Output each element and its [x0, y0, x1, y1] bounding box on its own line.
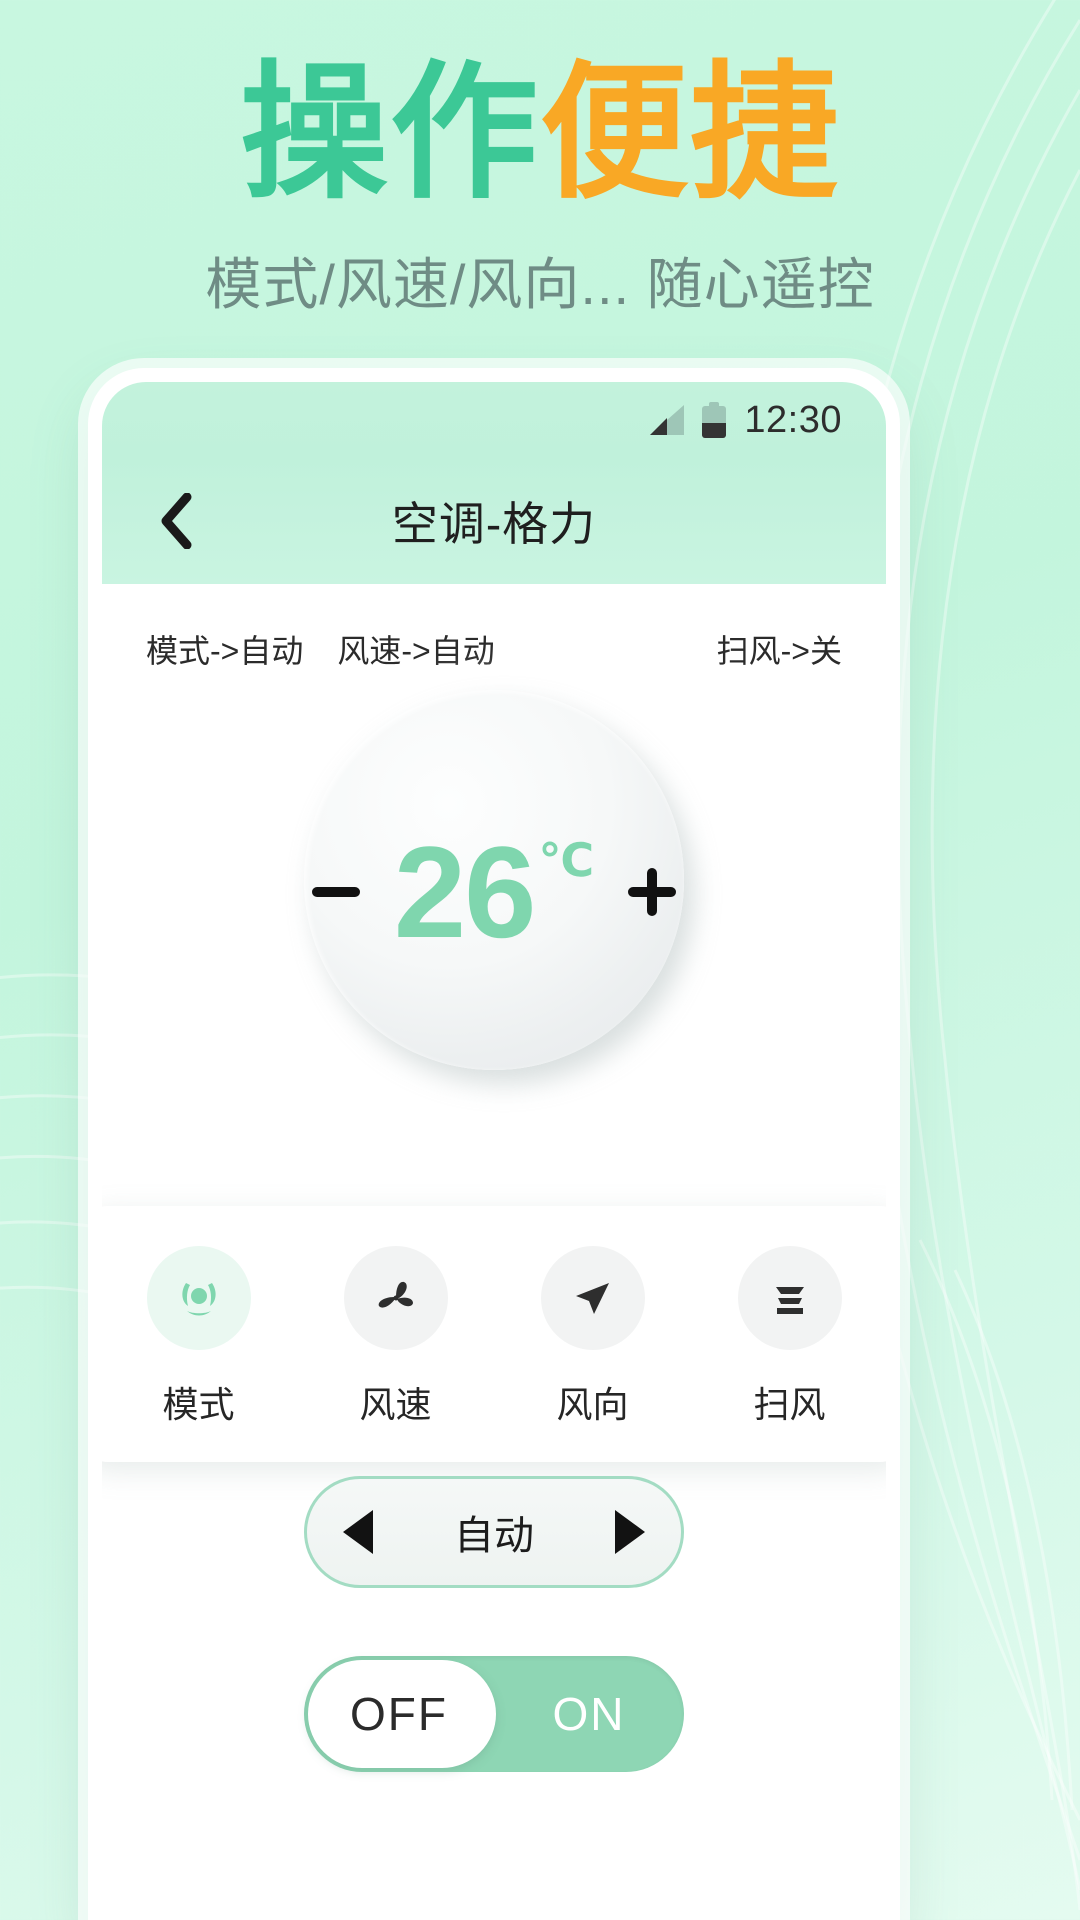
- nav-bar: 空调-格力: [102, 458, 886, 584]
- temperature-decrease-button[interactable]: [288, 844, 384, 940]
- status-bar: 12:30: [102, 382, 886, 458]
- function-label-mode: 模式: [162, 1384, 235, 1425]
- function-item-swing[interactable]: 扫风: [700, 1246, 880, 1428]
- power-toggle[interactable]: OFF ON: [304, 1656, 684, 1772]
- minus-icon: [311, 887, 360, 897]
- toggle-off-label[interactable]: OFF: [304, 1687, 494, 1741]
- temperature-readout: 26 ℃: [394, 827, 594, 957]
- page-subtitle: 模式/风速/风向... 随心遥控: [205, 253, 875, 316]
- stepper-value: 自动: [454, 1514, 534, 1558]
- plus-icon: [628, 868, 677, 916]
- back-button[interactable]: [146, 491, 206, 551]
- function-item-fan-speed[interactable]: 风速: [306, 1246, 486, 1428]
- function-item-wind-direction[interactable]: 风向: [503, 1246, 683, 1428]
- value-stepper[interactable]: 自动: [304, 1476, 684, 1588]
- toggle-on-label[interactable]: ON: [494, 1687, 684, 1741]
- phone-screen: 12:30 空调-格力 模式->自动 风速->自动 扫风->关 26 ℃ 模式 …: [102, 382, 886, 1920]
- phone-mockup: 12:30 空调-格力 模式->自动 风速->自动 扫风->关 26 ℃ 模式 …: [88, 368, 900, 1920]
- back-chevron-icon: [159, 493, 193, 549]
- remote-content: 模式->自动 风速->自动 扫风->关 26 ℃ 模式 风速 风向 扫风 自动 …: [102, 584, 886, 1920]
- function-card: 模式 风速 风向 扫风: [102, 1206, 886, 1462]
- status-swing: 扫风->关: [716, 633, 842, 669]
- function-item-mode[interactable]: 模式: [109, 1246, 289, 1428]
- device-status-row: 模式->自动 风速->自动 扫风->关: [102, 584, 886, 672]
- power-toggle-area: OFF ON: [102, 1656, 886, 1772]
- swing-lines-icon: [737, 1246, 842, 1350]
- temperature-unit: ℃: [538, 834, 595, 886]
- mode-auto-icon: [146, 1246, 251, 1350]
- battery-icon: [702, 402, 727, 438]
- temperature-increase-button[interactable]: [604, 844, 700, 940]
- fan-propeller-icon: [343, 1246, 448, 1350]
- temperature-dial-area: 26 ℃: [102, 682, 886, 1102]
- function-label-swing: 扫风: [753, 1384, 826, 1425]
- triangle-right-icon[interactable]: [615, 1510, 645, 1554]
- function-label-fan-speed: 风速: [359, 1384, 432, 1425]
- headline-green-part: 操作: [240, 51, 540, 216]
- status-mode: 模式->自动: [146, 633, 304, 669]
- status-bar-clock: 12:30: [744, 398, 842, 441]
- temperature-value: 26: [393, 819, 537, 965]
- status-fan-speed: 风速->自动: [337, 633, 495, 669]
- value-stepper-area: 自动: [102, 1476, 886, 1588]
- triangle-left-icon[interactable]: [343, 1510, 373, 1554]
- signal-icon: [650, 405, 685, 435]
- navigation-arrow-icon: [540, 1246, 645, 1350]
- page-headline: 操作便捷: [0, 56, 1080, 211]
- function-label-wind-direction: 风向: [556, 1384, 629, 1425]
- headline-orange-part: 便捷: [540, 51, 840, 216]
- page-title: 空调-格力: [391, 498, 597, 550]
